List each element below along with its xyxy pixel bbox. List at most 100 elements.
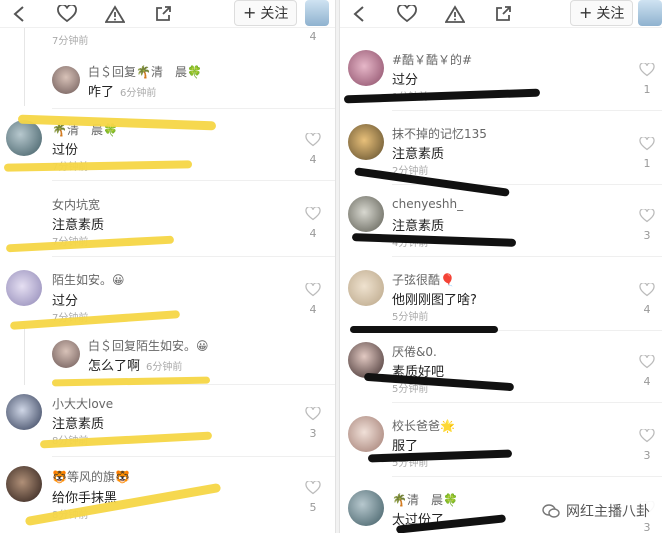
like-count: 1: [643, 83, 651, 96]
divider: [52, 180, 335, 181]
like-button[interactable]: 4: [638, 282, 656, 316]
like-count: 4: [643, 375, 651, 388]
right-screenshot: + 关注 #酷￥酷￥的# 过分 1分钟前 1 抹不掉的记忆135 注意素质 2分…: [340, 0, 662, 533]
heart-outline-icon: [639, 354, 655, 369]
heart-outline-icon: [639, 282, 655, 297]
reply-time: 6分钟前: [146, 362, 183, 373]
avatar[interactable]: [6, 466, 42, 502]
reply-text: 怎么了啊 6分钟前: [88, 355, 182, 374]
like-button[interactable]: 4: [638, 354, 656, 388]
follow-button[interactable]: + 关注: [234, 0, 298, 26]
avatar[interactable]: [6, 120, 42, 156]
heart-outline-icon: [305, 132, 321, 147]
like-button[interactable]: 3: [638, 208, 656, 242]
like-count: 3: [309, 427, 317, 440]
share-icon[interactable]: [152, 3, 174, 25]
divider: [52, 384, 335, 385]
comment-time: 5分钟前: [392, 312, 429, 323]
divider: [392, 330, 662, 331]
yellow-scribble: [3, 160, 193, 172]
like-count: 4: [309, 303, 317, 316]
comment-username[interactable]: 女内坑宽: [52, 196, 100, 213]
comment-text: 他刚刚图了啥?: [392, 293, 477, 308]
like-button[interactable]: 4: [304, 132, 322, 166]
like-button[interactable]: 3: [304, 406, 322, 440]
comment-username[interactable]: 🐯等风的旗🐯: [52, 468, 130, 485]
like-count: 4: [643, 303, 651, 316]
avatar[interactable]: [52, 340, 80, 368]
black-scribble: [343, 88, 541, 104]
avatar[interactable]: [348, 196, 384, 232]
like-button[interactable]: 4: [304, 206, 322, 240]
back-icon[interactable]: [348, 3, 370, 25]
heart-outline-icon: [639, 208, 655, 223]
author-avatar[interactable]: [305, 0, 329, 26]
like-count: 3: [643, 229, 651, 242]
avatar[interactable]: [348, 50, 384, 86]
avatar[interactable]: [6, 270, 42, 306]
like-button[interactable]: 1: [638, 136, 656, 170]
avatar[interactable]: [6, 394, 42, 430]
follow-label: 关注: [596, 6, 625, 22]
comment-username[interactable]: chenyeshh_: [392, 197, 463, 211]
divider: [52, 456, 335, 457]
heart-icon[interactable]: [56, 3, 78, 25]
heart-outline-icon: [305, 206, 321, 221]
black-scribble: [351, 233, 517, 247]
avatar[interactable]: [348, 342, 384, 378]
comment-username[interactable]: 抹不掉的记忆135: [392, 125, 487, 142]
divider: [392, 184, 662, 185]
comment-username[interactable]: 小大大love: [52, 395, 113, 412]
heart-icon[interactable]: [396, 3, 418, 25]
comment-time: 8分钟前: [52, 436, 89, 447]
like-button[interactable]: 3: [638, 428, 656, 462]
comment-text: 过份: [52, 143, 79, 158]
reply-username[interactable]: 白＄回复🌴清 晨🍀: [88, 63, 202, 80]
comment-text: 注意素质: [52, 417, 105, 432]
like-button[interactable]: 4: [304, 282, 322, 316]
comment-username[interactable]: 🌴清 晨🍀: [52, 121, 118, 138]
comment-username[interactable]: 子弦很酷🎈: [392, 271, 455, 288]
comment-time: 8分钟前: [52, 510, 89, 521]
like-button[interactable]: 4: [304, 28, 322, 43]
yellow-scribble: [9, 310, 181, 330]
watermark: 网红主播八卦: [536, 499, 656, 523]
left-screenshot: + 关注 7分钟前 4 白＄回复🌴清 晨🍀 咋了 6分钟前 🌴清 晨🍀 过份 7分…: [0, 0, 335, 533]
comment-text: 给你手抹黑: [52, 491, 118, 506]
comment-text: 素质好吧: [392, 365, 445, 380]
comment-username[interactable]: 🌴清 晨🍀: [392, 491, 458, 508]
comment-username[interactable]: #酷￥酷￥的#: [392, 51, 472, 68]
back-icon[interactable]: [8, 3, 30, 25]
comment-time: 7分钟前: [52, 313, 89, 324]
divider: [392, 476, 662, 477]
comment-time: 5分钟前: [392, 458, 429, 469]
comment-username[interactable]: 陌生如安。😀: [52, 271, 125, 288]
like-count: 4: [309, 153, 317, 166]
reply-username[interactable]: 白＄回复陌生如安。😀: [88, 337, 209, 354]
plus-icon: +: [579, 3, 593, 22]
heart-outline-icon: [639, 136, 655, 151]
divider: [52, 108, 335, 109]
avatar[interactable]: [348, 490, 384, 526]
like-button[interactable]: 5: [304, 480, 322, 514]
avatar[interactable]: [348, 124, 384, 160]
warning-icon[interactable]: [444, 3, 466, 25]
author-avatar[interactable]: [638, 0, 662, 26]
heart-outline-icon: [639, 62, 655, 77]
black-scribble: [354, 167, 510, 197]
warning-icon[interactable]: [104, 3, 126, 25]
divider: [392, 110, 662, 111]
comment-text: 注意素质: [392, 147, 445, 162]
like-count: 4: [309, 30, 317, 43]
comment-username[interactable]: 厌倦&0.: [392, 343, 437, 360]
avatar[interactable]: [348, 270, 384, 306]
comment-time: 7分钟前: [52, 36, 89, 47]
comment-username[interactable]: 校长爸爸🌟: [392, 417, 455, 434]
share-icon[interactable]: [492, 3, 514, 25]
avatar[interactable]: [348, 416, 384, 452]
like-count: 3: [643, 449, 651, 462]
comment-text: 服了: [392, 439, 419, 454]
follow-button[interactable]: + 关注: [570, 0, 634, 26]
like-button[interactable]: 1: [638, 62, 656, 96]
avatar[interactable]: [52, 66, 80, 94]
